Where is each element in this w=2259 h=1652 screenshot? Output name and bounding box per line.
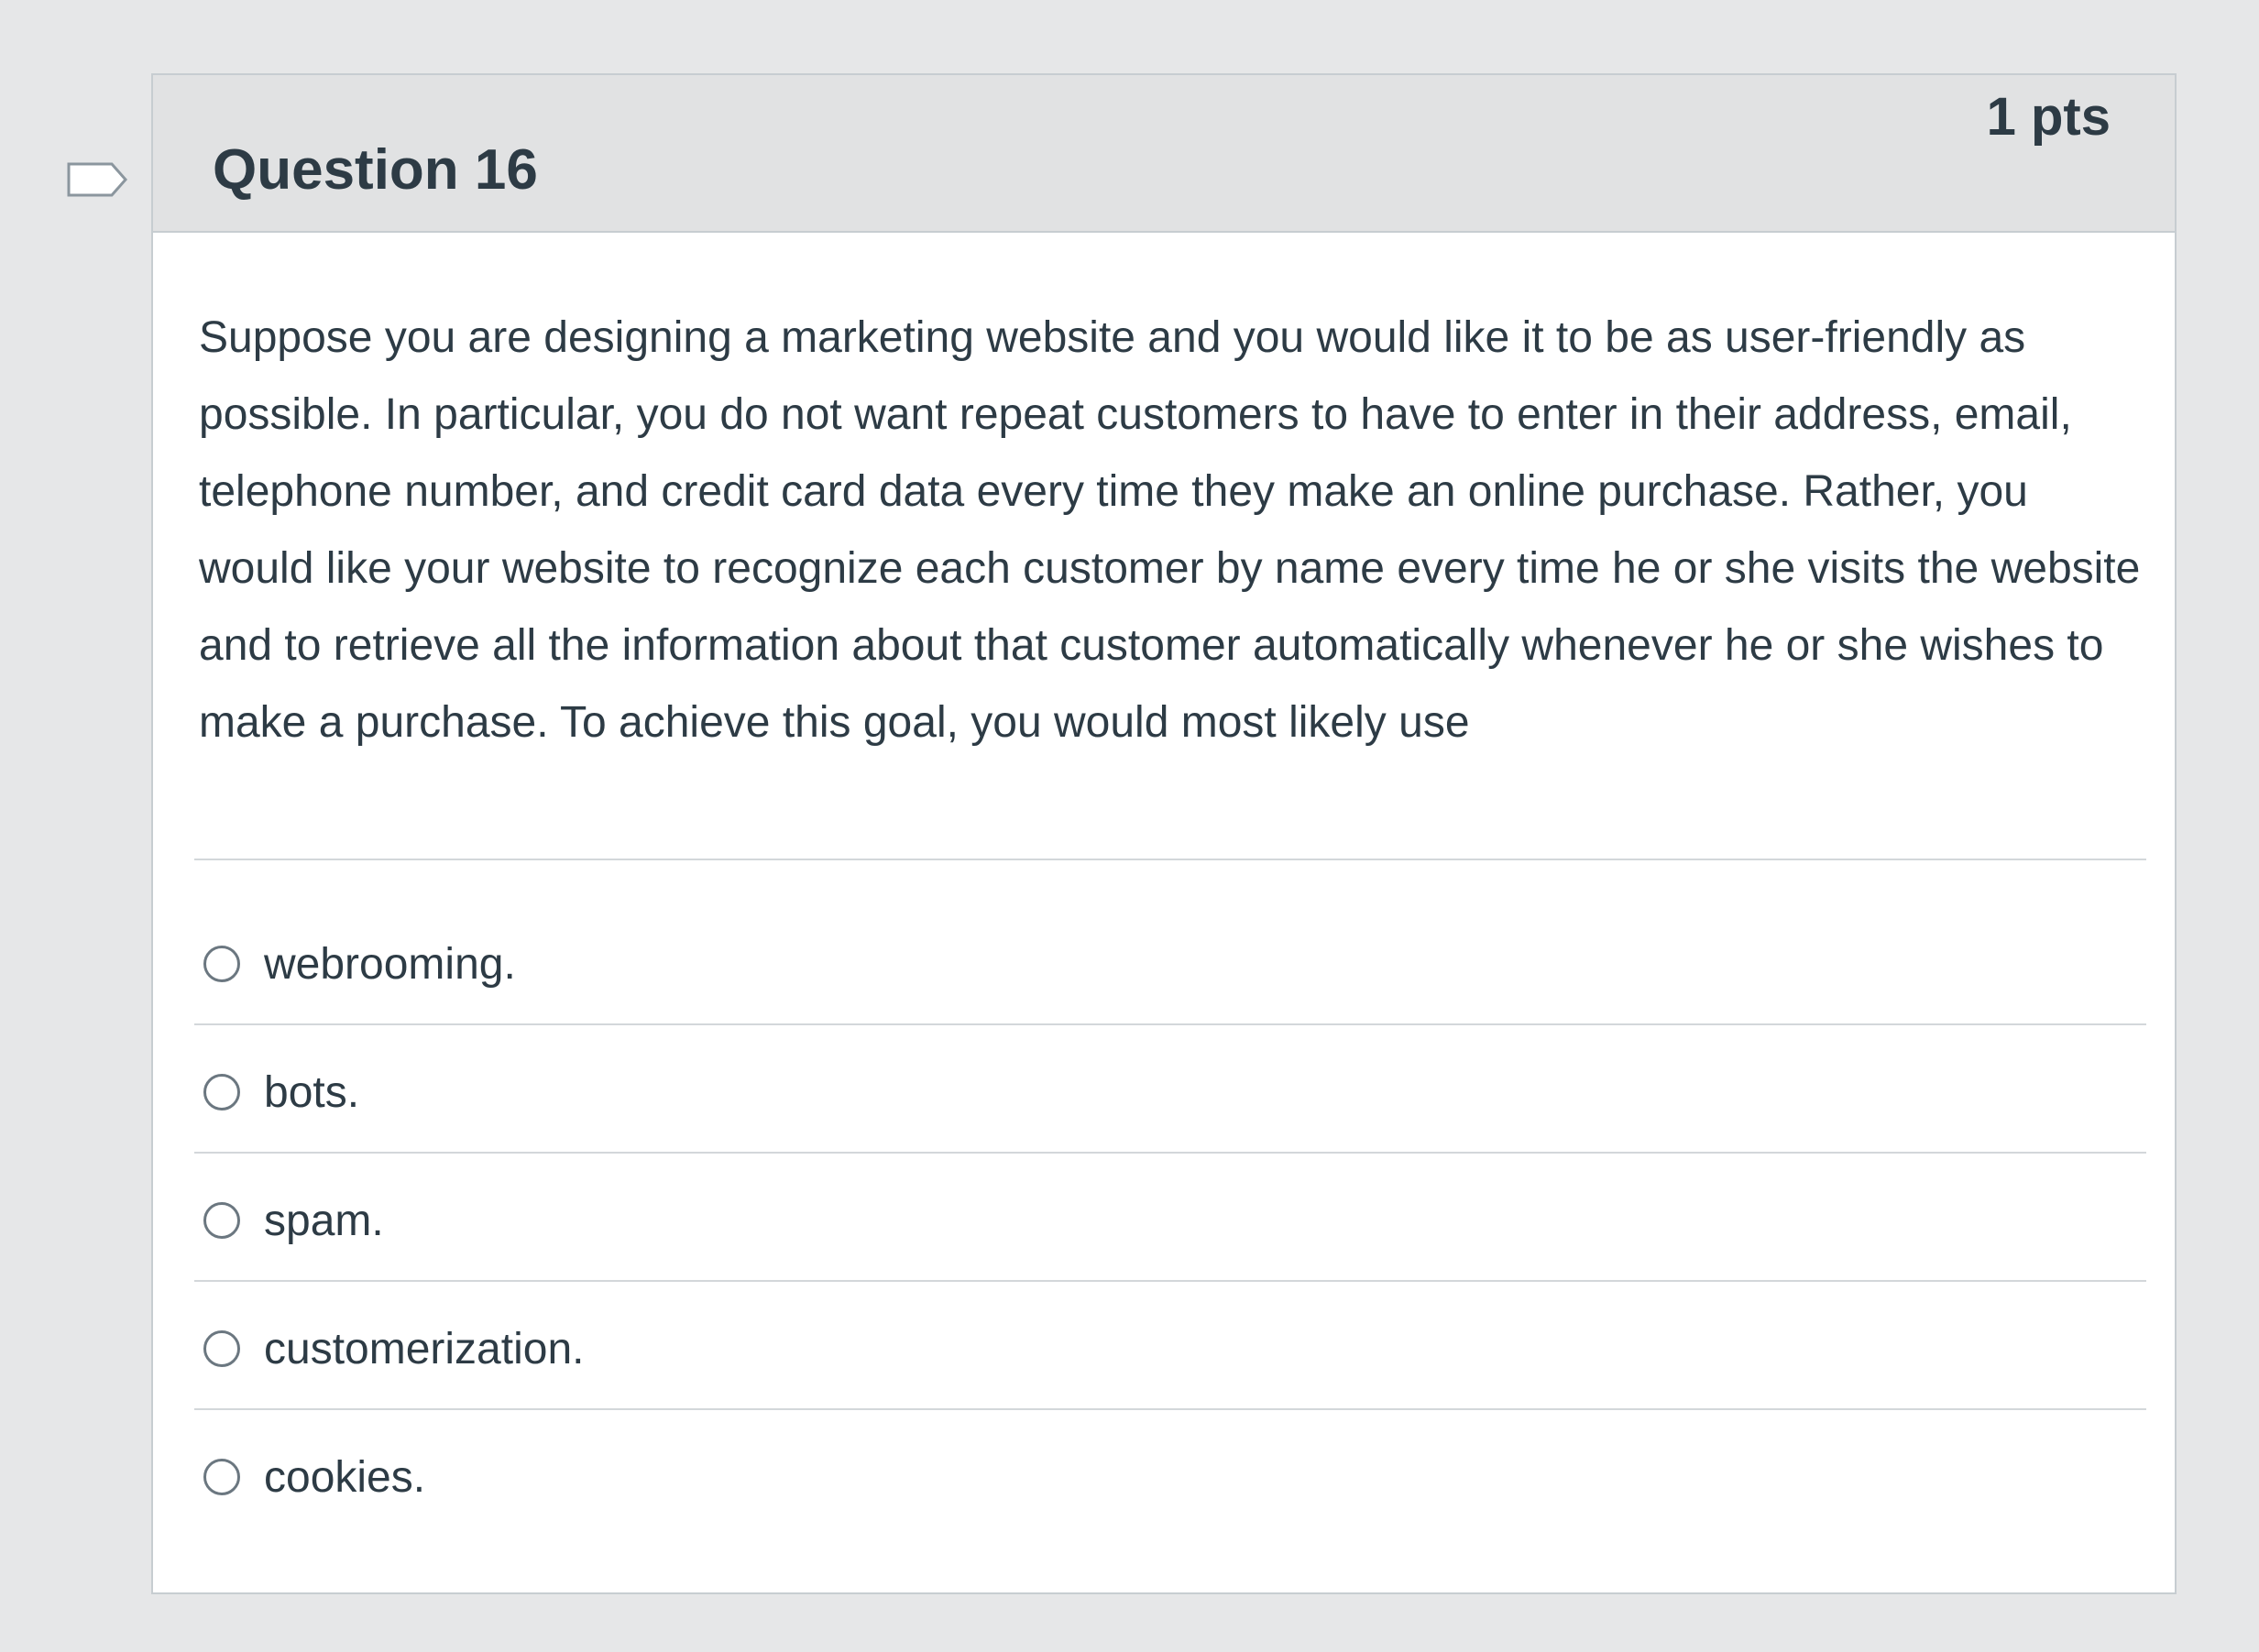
answer-divider xyxy=(194,1280,2146,1282)
answer-option-spam[interactable]: spam. xyxy=(203,1188,384,1253)
radio-button-icon[interactable] xyxy=(203,1202,240,1239)
answer-divider xyxy=(194,1408,2146,1410)
question-card: Question 16 1 pts Suppose you are design… xyxy=(151,73,2177,1594)
answer-label: customerization. xyxy=(264,1324,585,1373)
answer-option-webrooming[interactable]: webrooming. xyxy=(203,932,516,996)
answer-option-customerization[interactable]: customerization. xyxy=(203,1317,584,1381)
answer-option-cookies[interactable]: cookies. xyxy=(203,1445,425,1509)
answer-label: bots. xyxy=(264,1067,360,1117)
radio-button-icon[interactable] xyxy=(203,1074,240,1110)
radio-button-icon[interactable] xyxy=(203,1330,240,1367)
answer-label: spam. xyxy=(264,1196,384,1245)
question-points: 1 pts xyxy=(1986,87,2111,147)
answer-divider xyxy=(194,1152,2146,1154)
question-text: Suppose you are designing a marketing we… xyxy=(199,313,2141,747)
flag-question-icon[interactable] xyxy=(66,161,128,198)
radio-button-icon[interactable] xyxy=(203,1459,240,1495)
answer-divider xyxy=(194,1023,2146,1025)
question-title: Question 16 xyxy=(213,138,538,202)
radio-button-icon[interactable] xyxy=(203,946,240,982)
question-header: Question 16 1 pts xyxy=(153,75,2175,233)
answer-label: cookies. xyxy=(264,1452,426,1502)
answer-label: webrooming. xyxy=(264,939,516,989)
answer-option-bots[interactable]: bots. xyxy=(203,1060,359,1124)
answers-top-divider xyxy=(194,859,2146,860)
